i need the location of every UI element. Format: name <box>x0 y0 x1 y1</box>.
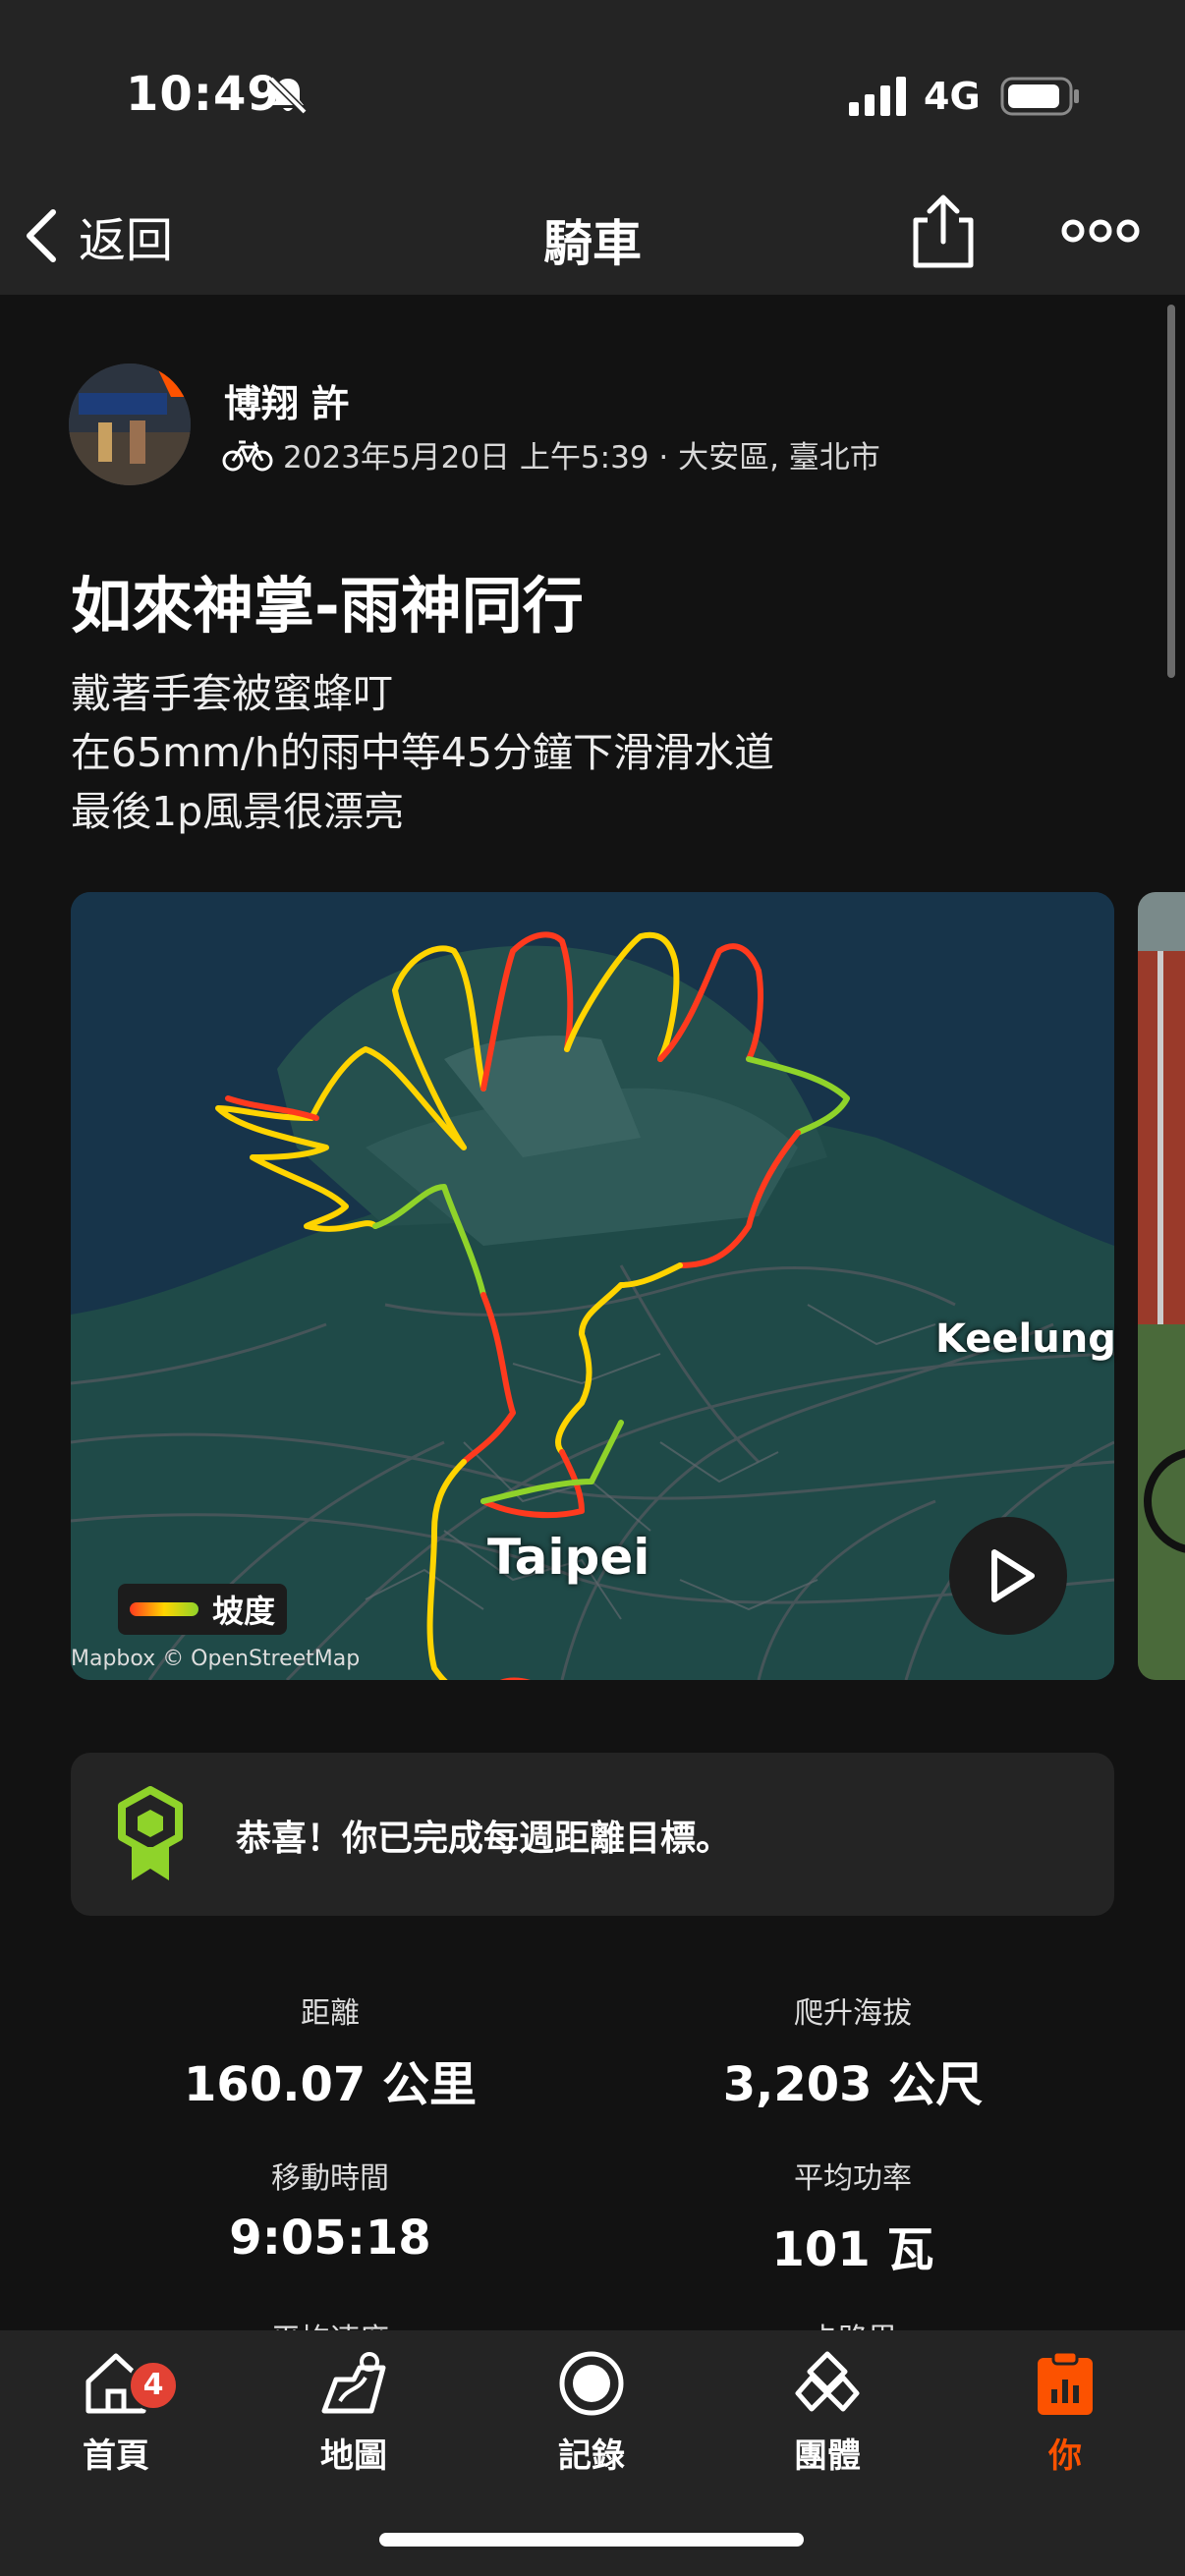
nav-bar: 返回 騎車 <box>0 177 1185 295</box>
map-label-keelung: Keelung <box>935 1316 1116 1362</box>
groups-icon <box>795 2351 860 2412</box>
share-icon[interactable] <box>906 191 981 271</box>
author-name[interactable]: 博翔 許 <box>224 373 349 427</box>
notification-badge: 4 <box>128 2360 179 2411</box>
description-line: 在65mm/h的雨中等45分鐘下滑滑水道 <box>71 729 775 776</box>
stat-distance: 距離 160.07 公里 <box>65 1988 595 2114</box>
stat-label: 移動時間 <box>271 2161 389 2196</box>
record-icon <box>559 2351 624 2416</box>
tab-label: 你 <box>1048 2436 1082 2476</box>
avatar-image <box>69 364 191 485</box>
activity-description: 戴著手套被蜜蜂叮 在65mm/h的雨中等45分鐘下滑滑水道 最後1p風景很漂亮 <box>71 664 1112 841</box>
tab-label: 地圖 <box>320 2436 387 2476</box>
status-bar: 10:49 4G <box>0 0 1185 177</box>
status-time: 10:49 <box>126 67 281 122</box>
stat-moving-time: 移動時間 9:05:18 <box>65 2154 595 2266</box>
badge-icon <box>118 1786 183 1880</box>
goal-message: 恭喜！你已完成每週距離目標。 <box>236 1819 732 1859</box>
goal-achievement-card[interactable]: 恭喜！你已完成每週距離目標。 <box>71 1753 1114 1916</box>
avatar[interactable] <box>69 364 191 485</box>
play-flyover-button[interactable] <box>949 1517 1067 1635</box>
grade-gradient-swatch <box>130 1602 198 1616</box>
tab-record[interactable]: 記錄 <box>503 2348 680 2495</box>
tab-label: 記錄 <box>558 2436 625 2476</box>
map-legend: 坡度 <box>118 1584 288 1635</box>
description-line: 戴著手套被蜜蜂叮 <box>71 670 393 717</box>
stat-label: 爬升海拔 <box>794 1996 912 2031</box>
stat-value: 101 瓦 <box>771 2222 934 2277</box>
tab-you[interactable]: 你 <box>977 2348 1154 2495</box>
bell-muted-icon <box>268 76 308 115</box>
stat-value: 9:05:18 <box>229 2211 431 2266</box>
description-line: 最後1p風景很漂亮 <box>71 788 405 835</box>
you-icon <box>1038 2350 1093 2415</box>
legend-label: 坡度 <box>212 1593 276 1630</box>
stat-label: 平均功率 <box>794 2161 912 2196</box>
stat-value: 3,203 公尺 <box>722 2057 984 2112</box>
page-title: 騎車 <box>543 215 642 272</box>
map-icon <box>321 2352 386 2414</box>
photo-image <box>1138 892 1185 1680</box>
more-options-icon[interactable] <box>1061 206 1140 255</box>
tab-home[interactable]: 首頁 4 <box>28 2348 204 2495</box>
tab-label: 首頁 <box>83 2436 149 2476</box>
tab-label: 團體 <box>794 2436 861 2476</box>
bike-icon <box>222 440 273 471</box>
battery-icon <box>1000 77 1079 116</box>
activity-date-location: 2023年5月20日 上午5:39 · 大安區, 臺北市 <box>283 440 880 476</box>
play-icon <box>991 1549 1035 1602</box>
stat-elevation-gain: 爬升海拔 3,203 公尺 <box>588 1988 1118 2114</box>
activity-photo-thumbnail[interactable] <box>1138 892 1185 1680</box>
home-indicator[interactable] <box>379 2533 804 2547</box>
map-attribution[interactable]: Mapbox © OpenStreetMap <box>71 1647 360 1671</box>
cellular-signal-icon <box>849 77 906 116</box>
activity-meta: 2023年5月20日 上午5:39 · 大安區, 臺北市 <box>222 432 880 476</box>
stat-avg-power: 平均功率 101 瓦 <box>588 2154 1118 2279</box>
tab-maps[interactable]: 地圖 <box>265 2348 442 2495</box>
tab-groups[interactable]: 團體 <box>739 2348 916 2495</box>
map-label-taipei: Taipei <box>487 1529 650 1586</box>
network-type: 4G <box>924 75 981 118</box>
scrollbar[interactable] <box>1167 305 1175 678</box>
activity-title: 如來神掌-雨神同行 <box>71 570 584 642</box>
stat-label: 距離 <box>301 1996 360 2031</box>
stat-value: 160.07 公里 <box>184 2057 477 2112</box>
